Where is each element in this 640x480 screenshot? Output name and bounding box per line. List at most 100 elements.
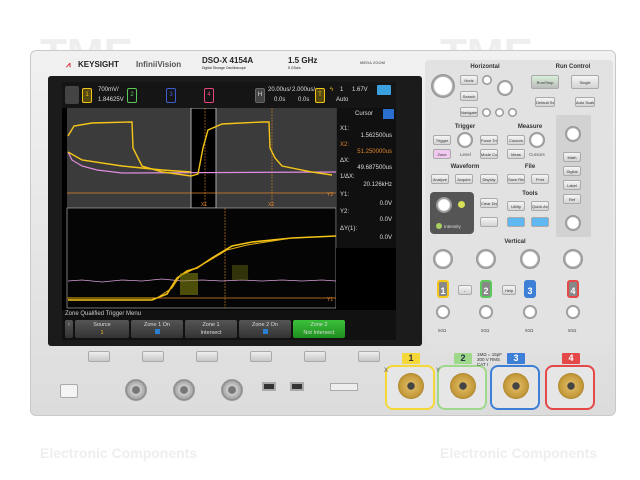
ch3-impedance-label: 50Ω [525, 328, 534, 333]
digital-button[interactable]: Digital [563, 166, 581, 176]
navigate-back-icon[interactable] [482, 108, 491, 117]
trigger-level-knob[interactable] [457, 132, 473, 148]
x2-label: X2: [340, 142, 350, 148]
math-button[interactable]: Math [563, 152, 581, 162]
horizontal-position-knob[interactable] [497, 80, 513, 96]
usb-port[interactable] [290, 382, 304, 391]
menu-button[interactable] [65, 86, 79, 104]
horizontal-scale-knob[interactable] [431, 74, 455, 98]
ch4-button[interactable]: 4 [567, 280, 579, 298]
label-button[interactable]: Label [563, 180, 581, 190]
softkey-button-1[interactable] [88, 351, 110, 362]
single-button[interactable]: Single [571, 75, 599, 89]
math-position-knob[interactable] [565, 215, 581, 231]
navigate-stop-icon[interactable] [495, 108, 504, 117]
ch1-scale: 700mV/ [98, 87, 119, 93]
ext-trig-connector [173, 379, 195, 401]
force-trigger-button[interactable]: Force Trigger [480, 135, 498, 145]
cursors-button[interactable]: Cursors [507, 135, 525, 145]
softkey-button-3[interactable] [196, 351, 218, 362]
ch1-scale-knob[interactable] [433, 249, 453, 269]
auto-scale-button[interactable]: Auto Scale [575, 97, 595, 107]
horizontal-badge[interactable]: H [255, 88, 265, 103]
trigger-source: 1 [340, 87, 344, 93]
ch3-position-knob[interactable] [523, 305, 537, 319]
softkey-button-5[interactable] [304, 351, 326, 362]
acquire-button[interactable]: Acquire [455, 174, 473, 184]
softkey-zone2-mode[interactable]: Zone 2 Not Intersect [293, 320, 345, 338]
run-stop-button[interactable]: Run/Stop [531, 75, 559, 89]
usb-port[interactable] [262, 382, 276, 391]
ch3-badge[interactable]: 3 [166, 88, 176, 103]
ch4-badge[interactable]: 4 [204, 88, 214, 103]
bandwidth: 1.5 GHz [288, 56, 318, 65]
ch3-button[interactable]: 3 [524, 280, 536, 298]
utility-button[interactable]: Utility [507, 201, 525, 211]
ch3-input-label: 3 [507, 353, 525, 364]
blank-button[interactable] [480, 217, 498, 227]
ch2-button[interactable]: 2 [480, 280, 492, 298]
cursors-knob[interactable] [529, 132, 545, 148]
softkey-source[interactable]: Source 1 [75, 320, 129, 338]
back-arrow-button[interactable]: ← [458, 285, 472, 295]
default-setup-button[interactable]: Default Setup [535, 97, 555, 107]
back-button[interactable]: ↑ [65, 320, 73, 338]
y-input-label: Y [436, 368, 441, 374]
ch4-scale-knob[interactable] [563, 249, 583, 269]
delta-y-value: 0.0V [379, 235, 392, 241]
search-button[interactable]: Search [460, 91, 478, 101]
softkey-zone1-on[interactable]: Zone 1 On [131, 320, 183, 338]
ch2-scale-knob[interactable] [476, 249, 496, 269]
zoom-pane [66, 207, 336, 309]
save-recall-button[interactable]: Save Recall [507, 174, 525, 184]
display-button[interactable]: Display [480, 174, 498, 184]
clear-display-button[interactable]: Clear Display [480, 198, 498, 208]
section-tools: Tools [522, 191, 538, 197]
analyze-button[interactable]: Analyze [431, 174, 449, 184]
ch4-position-knob[interactable] [566, 305, 580, 319]
megazoom-logo: MEGA ZOOM [360, 60, 385, 65]
entry-knob[interactable] [436, 197, 452, 213]
print-button[interactable]: Print [531, 174, 549, 184]
cursor-settings-button[interactable] [383, 109, 394, 119]
section-measure: Measure [517, 124, 543, 130]
ch2-badge[interactable]: 2 [127, 88, 137, 103]
navigate-button[interactable]: Navigate [460, 107, 478, 117]
trigger-badge[interactable]: T [315, 88, 325, 103]
gen-out-connector [221, 379, 243, 401]
x1-value: 1.562500us [360, 133, 392, 139]
ch2-position-knob[interactable] [479, 305, 493, 319]
ch1-badge[interactable]: 1 [82, 88, 92, 103]
inv-delta-x-value: 20.126kHz [363, 182, 392, 188]
zone-button[interactable]: Zone [433, 149, 451, 159]
company-name: KEYSIGHT [78, 60, 119, 69]
navigate-forward-icon[interactable] [508, 108, 517, 117]
screen-mode-button[interactable] [377, 85, 391, 95]
wavegen2-button[interactable] [531, 217, 549, 227]
ch3-scale-knob[interactable] [520, 249, 540, 269]
softkey-zone1-mode[interactable]: Zone 1 Intersect [185, 320, 237, 338]
horiz-button[interactable]: Horiz [460, 75, 478, 85]
wavegen-button[interactable] [507, 217, 525, 227]
softkey-button-6[interactable] [358, 351, 380, 362]
ref-button[interactable]: Ref [563, 194, 581, 204]
softkey-button-4[interactable] [250, 351, 272, 362]
mode-coupling-button[interactable]: Mode Coupling [480, 149, 498, 159]
intensity-button[interactable] [436, 223, 442, 229]
softkey-label: Zone 2 On [252, 322, 278, 328]
trigger-button[interactable]: Trigger [433, 135, 451, 145]
quick-action-button[interactable]: Quick Action [531, 201, 549, 211]
meas-button[interactable]: Meas [507, 149, 525, 159]
help-button[interactable]: Help [502, 285, 516, 295]
softkey-button-2[interactable] [142, 351, 164, 362]
watermark-text: Electronic Components [440, 445, 598, 461]
math-scale-knob[interactable] [565, 126, 581, 142]
y2-value: 0.0V [379, 217, 392, 223]
ch2-input-label: 2 [454, 353, 472, 364]
power-button[interactable] [60, 384, 78, 398]
ch1-position-knob[interactable] [436, 305, 450, 319]
zoom-button[interactable] [482, 75, 492, 85]
softkey-value: Not Intersect [303, 330, 335, 336]
softkey-zone2-on[interactable]: Zone 2 On [239, 320, 291, 338]
ch1-button[interactable]: 1 [437, 280, 449, 298]
